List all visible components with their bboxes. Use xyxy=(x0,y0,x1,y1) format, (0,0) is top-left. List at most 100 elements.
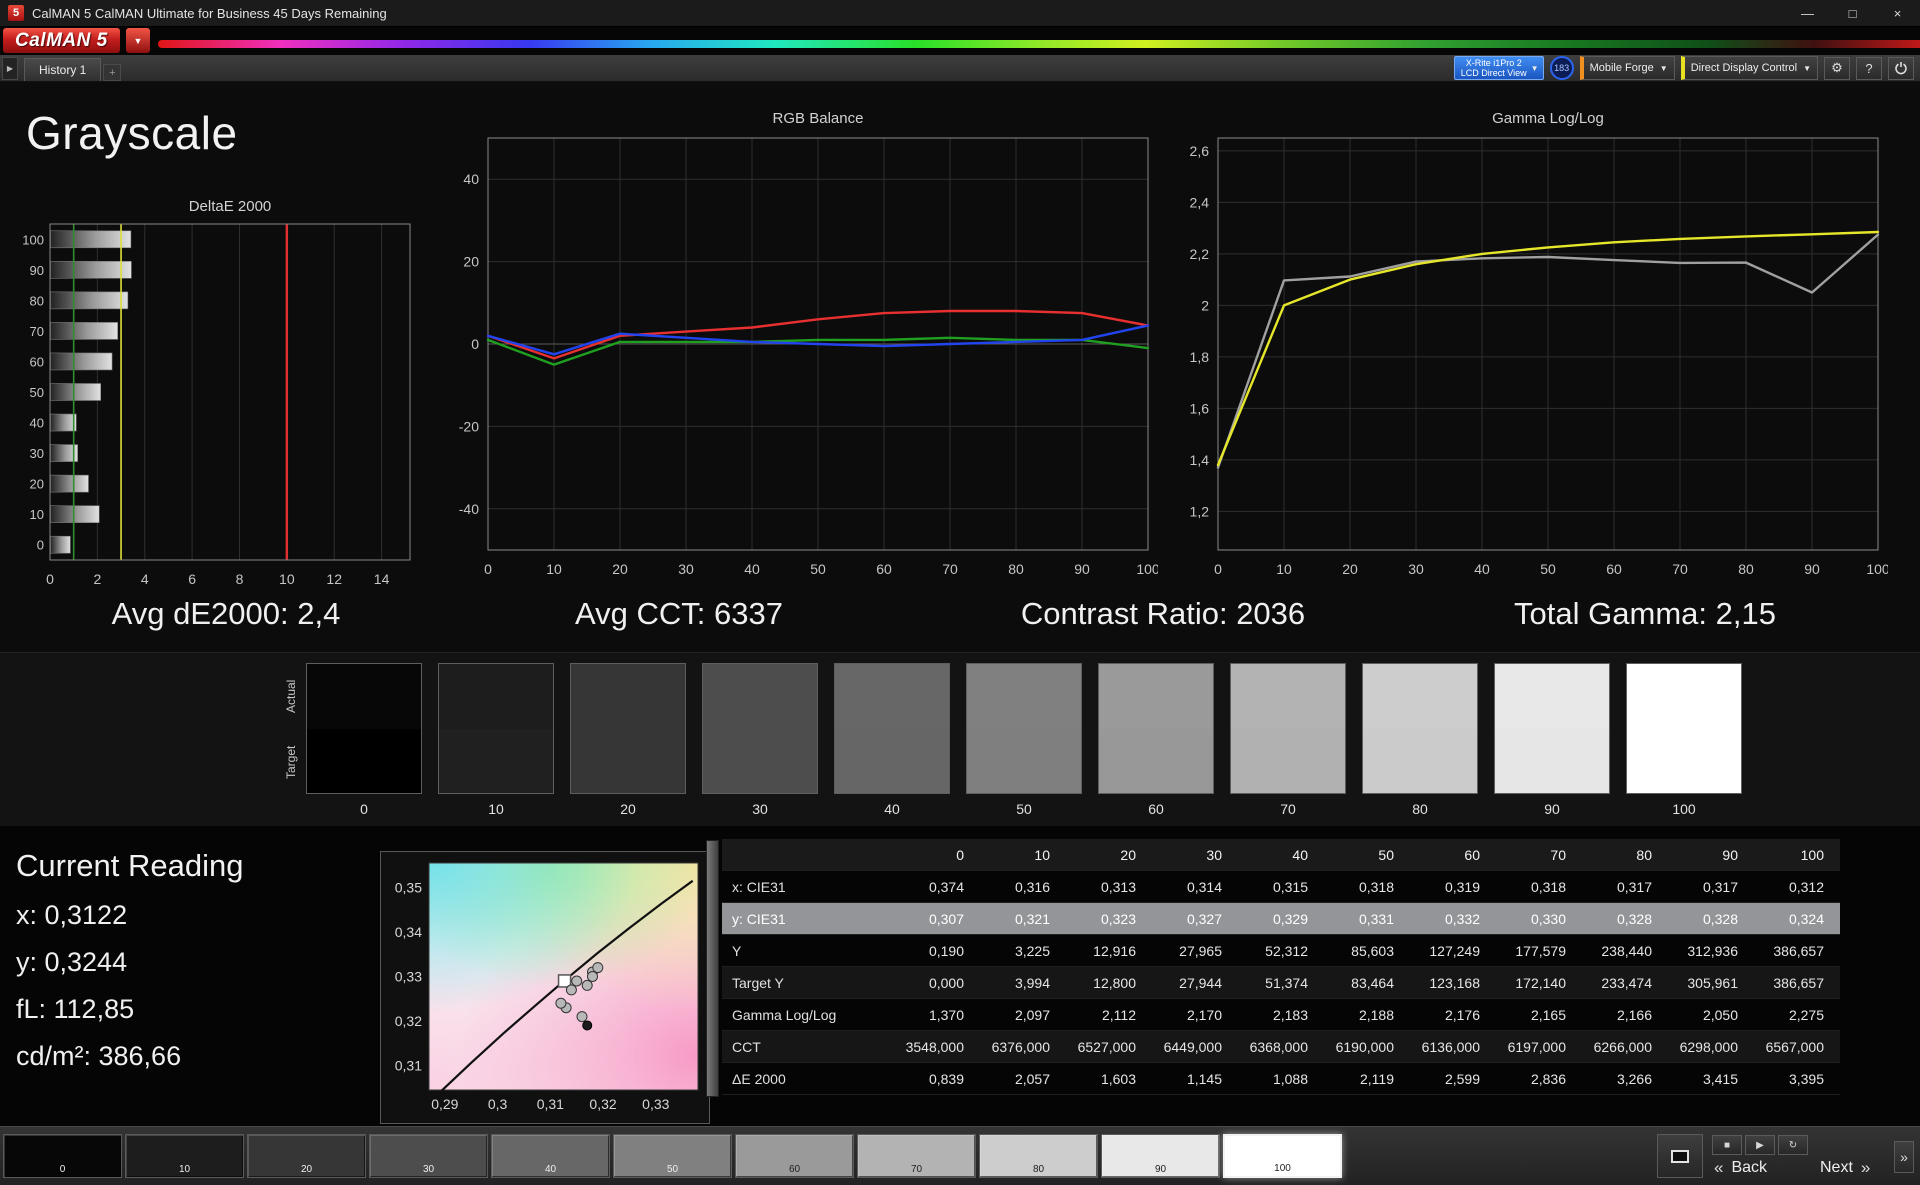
table-cell: 1,088 xyxy=(1272,1071,1308,1087)
pattern-button-10[interactable]: 10 xyxy=(125,1134,244,1178)
swatch-label: 10 xyxy=(488,801,504,817)
swatch-target-half xyxy=(439,728,553,793)
deltae-chart-title: DeltaE 2000 xyxy=(188,198,272,215)
table-cell: 20 xyxy=(1120,847,1136,863)
svg-text:50: 50 xyxy=(810,561,826,577)
play-button[interactable]: ▶ xyxy=(1745,1135,1775,1155)
table-cell: 10 xyxy=(1034,847,1050,863)
swatch-100: 100 xyxy=(1626,663,1742,817)
chevron-down-icon: ▼ xyxy=(1659,63,1668,73)
table-row[interactable]: Gamma Log/Log 1,370 2,097 2,112 2,170 2,183 2,… xyxy=(722,999,1840,1031)
source-label: Mobile Forge xyxy=(1589,62,1654,74)
pattern-button-20[interactable]: 20 xyxy=(247,1134,366,1178)
svg-text:0,32: 0,32 xyxy=(395,1013,422,1029)
swatch-80: 80 xyxy=(1362,663,1478,817)
close-button[interactable]: × xyxy=(1875,0,1920,26)
svg-text:40: 40 xyxy=(1474,561,1490,577)
pattern-button-0[interactable]: 0 xyxy=(3,1134,122,1178)
swatch-label: 40 xyxy=(884,801,900,817)
pattern-button-30[interactable]: 30 xyxy=(369,1134,488,1178)
table-cell: 0,331 xyxy=(1358,911,1394,927)
svg-text:40: 40 xyxy=(463,171,479,187)
power-button[interactable] xyxy=(1888,56,1914,80)
pattern-button-40[interactable]: 40 xyxy=(491,1134,610,1178)
table-cell: 238,440 xyxy=(1601,943,1652,959)
swatch-0: 0 xyxy=(306,663,422,817)
reading-line: cd/m²: 386,66 xyxy=(16,1041,182,1071)
back-button[interactable]: « Back xyxy=(1714,1158,1767,1178)
svg-text:2: 2 xyxy=(1201,297,1209,313)
swatch-actual-half xyxy=(967,664,1081,729)
pattern-button-50[interactable]: 50 xyxy=(613,1134,732,1178)
pattern-button-60[interactable]: 60 xyxy=(735,1134,854,1178)
table-cell: 12,800 xyxy=(1093,975,1136,991)
repeat-button[interactable]: ↻ xyxy=(1778,1135,1808,1155)
row-label xyxy=(722,839,894,870)
table-row[interactable]: y: CIE31 0,307 0,321 0,323 0,327 0,329 0,331 0,… xyxy=(722,903,1840,935)
maximize-button[interactable]: □ xyxy=(1830,0,1875,26)
pattern-button-100[interactable]: 100 xyxy=(1223,1134,1342,1178)
table-splitter[interactable] xyxy=(706,840,719,1097)
table-row[interactable]: ΔE 2000 0,839 2,057 1,603 1,145 1,088 2,119 2,5… xyxy=(722,1063,1840,1095)
calman-logo[interactable]: CalMAN 5 xyxy=(3,28,120,53)
display-control-button[interactable]: Direct Display Control ▼ xyxy=(1680,56,1818,80)
chevron-right-icon: ▶ xyxy=(6,63,14,73)
window-title: CalMAN 5 CalMAN Ultimate for Business 45… xyxy=(32,5,387,21)
add-tab-button[interactable]: + xyxy=(103,64,122,81)
page-title: Grayscale xyxy=(26,107,238,159)
meter-label: X-Rite i1Pro 2 LCD Direct View xyxy=(1460,58,1527,78)
swatch-90: 90 xyxy=(1494,663,1610,817)
cie-measurement-point xyxy=(555,997,567,1009)
minimize-button[interactable]: — xyxy=(1785,0,1830,26)
table-cell: 6136,000 xyxy=(1421,1039,1480,1055)
swatch-label: 100 xyxy=(1672,801,1696,817)
svg-text:0,31: 0,31 xyxy=(537,1096,564,1112)
help-button[interactable]: ? xyxy=(1856,56,1882,80)
swatch-target-half xyxy=(571,728,685,793)
table-cell: 305,961 xyxy=(1687,975,1738,991)
svg-text:2: 2 xyxy=(93,571,101,587)
table-cell: 6376,000 xyxy=(991,1039,1050,1055)
table-cell: 2,599 xyxy=(1444,1071,1480,1087)
table-cell: 6449,000 xyxy=(1163,1039,1222,1055)
pattern-button-label: 80 xyxy=(1032,1164,1045,1175)
table-cell: 51,374 xyxy=(1265,975,1308,991)
table-cell: 1,370 xyxy=(928,1007,964,1023)
pattern-window-button[interactable] xyxy=(1657,1134,1703,1178)
stop-button[interactable]: ■ xyxy=(1712,1135,1742,1155)
pattern-button-label: 90 xyxy=(1154,1164,1167,1175)
next-chevrons-icon: » xyxy=(1860,1158,1871,1177)
swatch-actual-half xyxy=(307,664,421,729)
meter-button[interactable]: X-Rite i1Pro 2 LCD Direct View ▼ xyxy=(1453,56,1544,80)
svg-text:50: 50 xyxy=(1540,561,1556,577)
table-row[interactable]: Target Y 0,000 3,994 12,800 27,944 51,374 83,4… xyxy=(722,967,1840,999)
pattern-button-80[interactable]: 80 xyxy=(979,1134,1098,1178)
window-controls: — □ × xyxy=(1785,0,1920,26)
table-row[interactable]: x: CIE31 0,374 0,316 0,313 0,314 0,315 0,318 0,… xyxy=(722,871,1840,903)
pattern-button-70[interactable]: 70 xyxy=(857,1134,976,1178)
pattern-button-label: 0 xyxy=(59,1164,66,1175)
fast-forward-button[interactable]: » xyxy=(1894,1141,1914,1173)
table-cell: 0,000 xyxy=(928,975,964,991)
swatch-target-half xyxy=(1231,728,1345,793)
cie-chart: 0,29 0,3 0,31 0,32 0,33 0,31 0,32 0,33 0,34 0,35 xyxy=(380,851,710,1124)
settings-button[interactable]: ⚙ xyxy=(1824,56,1850,80)
source-button[interactable]: Mobile Forge ▼ xyxy=(1579,56,1675,80)
table-cell: 0,318 xyxy=(1530,879,1566,895)
titlebar: 5 CalMAN 5 CalMAN Ultimate for Business … xyxy=(0,0,1920,27)
pattern-button-90[interactable]: 90 xyxy=(1101,1134,1220,1178)
swatch-box xyxy=(570,663,686,794)
deltae-bar-90 xyxy=(50,261,132,279)
expand-panel-button[interactable]: ▶ xyxy=(2,56,18,80)
cie-dark-point xyxy=(582,1020,593,1031)
next-button[interactable]: Next » xyxy=(1820,1158,1870,1178)
chevron-down-icon: ▼ xyxy=(1803,63,1811,73)
logo-menu-button[interactable]: ▼ xyxy=(126,28,150,53)
table-row[interactable]: CCT 3548,000 6376,000 6527,000 6449,000 6368,… xyxy=(722,1031,1840,1063)
tab-history-1[interactable]: History 1 xyxy=(24,58,102,81)
table-cell: 172,140 xyxy=(1515,975,1566,991)
reading-line: x: 0,3122 xyxy=(16,900,128,930)
rainbow-strip xyxy=(158,40,1920,48)
table-row[interactable]: Y 0,190 3,225 12,916 27,965 52,312 85,603 127,2… xyxy=(722,935,1840,967)
swatch-actual-half xyxy=(1231,664,1345,729)
